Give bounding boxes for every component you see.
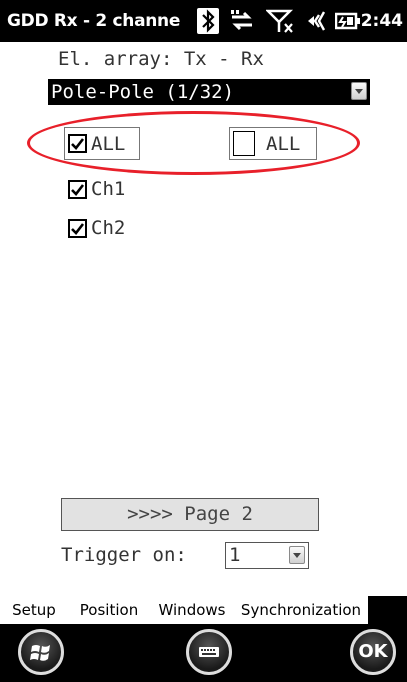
page-2-button[interactable]: >>>> Page 2 — [61, 498, 319, 531]
softkey-bar: OK — [0, 624, 407, 682]
ch2-checkbox[interactable] — [68, 219, 87, 238]
ok-label: OK — [358, 641, 388, 662]
chevron-down-icon[interactable] — [351, 82, 367, 100]
all-tx-check[interactable] — [68, 134, 87, 153]
all-rx-label: ALL — [266, 133, 301, 155]
all-rx-check[interactable] — [233, 131, 255, 156]
data-sync-icon[interactable] — [228, 8, 256, 34]
bluetooth-icon[interactable] — [197, 8, 219, 34]
electrode-array-dropdown[interactable]: Pole-Pole (1/32) — [48, 79, 370, 105]
volume-icon[interactable] — [304, 8, 330, 34]
clock[interactable]: 2:44 — [361, 0, 403, 42]
ch1-label: Ch1 — [91, 178, 126, 200]
tab-setup[interactable]: Setup — [0, 596, 68, 624]
trigger-dropdown[interactable]: 1 — [225, 542, 309, 569]
title-bar: GDD Rx - 2 channe 2:44 — [0, 0, 407, 42]
battery-icon[interactable] — [334, 8, 363, 34]
no-signal-icon[interactable] — [264, 8, 296, 34]
tab-bar: Setup Position Windows Synchronization — [0, 596, 407, 624]
trigger-value: 1 — [229, 544, 241, 566]
windows-start-button[interactable] — [18, 629, 64, 675]
app-title: GDD Rx - 2 channe — [7, 11, 181, 31]
tab-synchronization[interactable]: Synchronization — [234, 596, 368, 624]
all-tx-label: ALL — [91, 133, 126, 155]
tab-windows[interactable]: Windows — [150, 596, 234, 624]
trigger-label: Trigger on: — [61, 544, 187, 566]
all-tx-checkbox[interactable]: ALL — [64, 127, 140, 160]
all-rx-checkbox[interactable]: ALL — [229, 127, 317, 160]
keyboard-button[interactable] — [186, 629, 232, 675]
electrode-array-label: El. array: Tx - Rx — [58, 48, 264, 70]
ok-button[interactable]: OK — [350, 629, 396, 675]
electrode-array-value: Pole-Pole (1/32) — [51, 81, 235, 103]
windows-start-icon — [30, 645, 50, 661]
ch1-checkbox[interactable] — [68, 180, 87, 199]
chevron-down-icon[interactable] — [289, 546, 305, 564]
ch2-label: Ch2 — [91, 217, 126, 239]
keyboard-icon — [199, 647, 219, 657]
tab-position[interactable]: Position — [68, 596, 150, 624]
